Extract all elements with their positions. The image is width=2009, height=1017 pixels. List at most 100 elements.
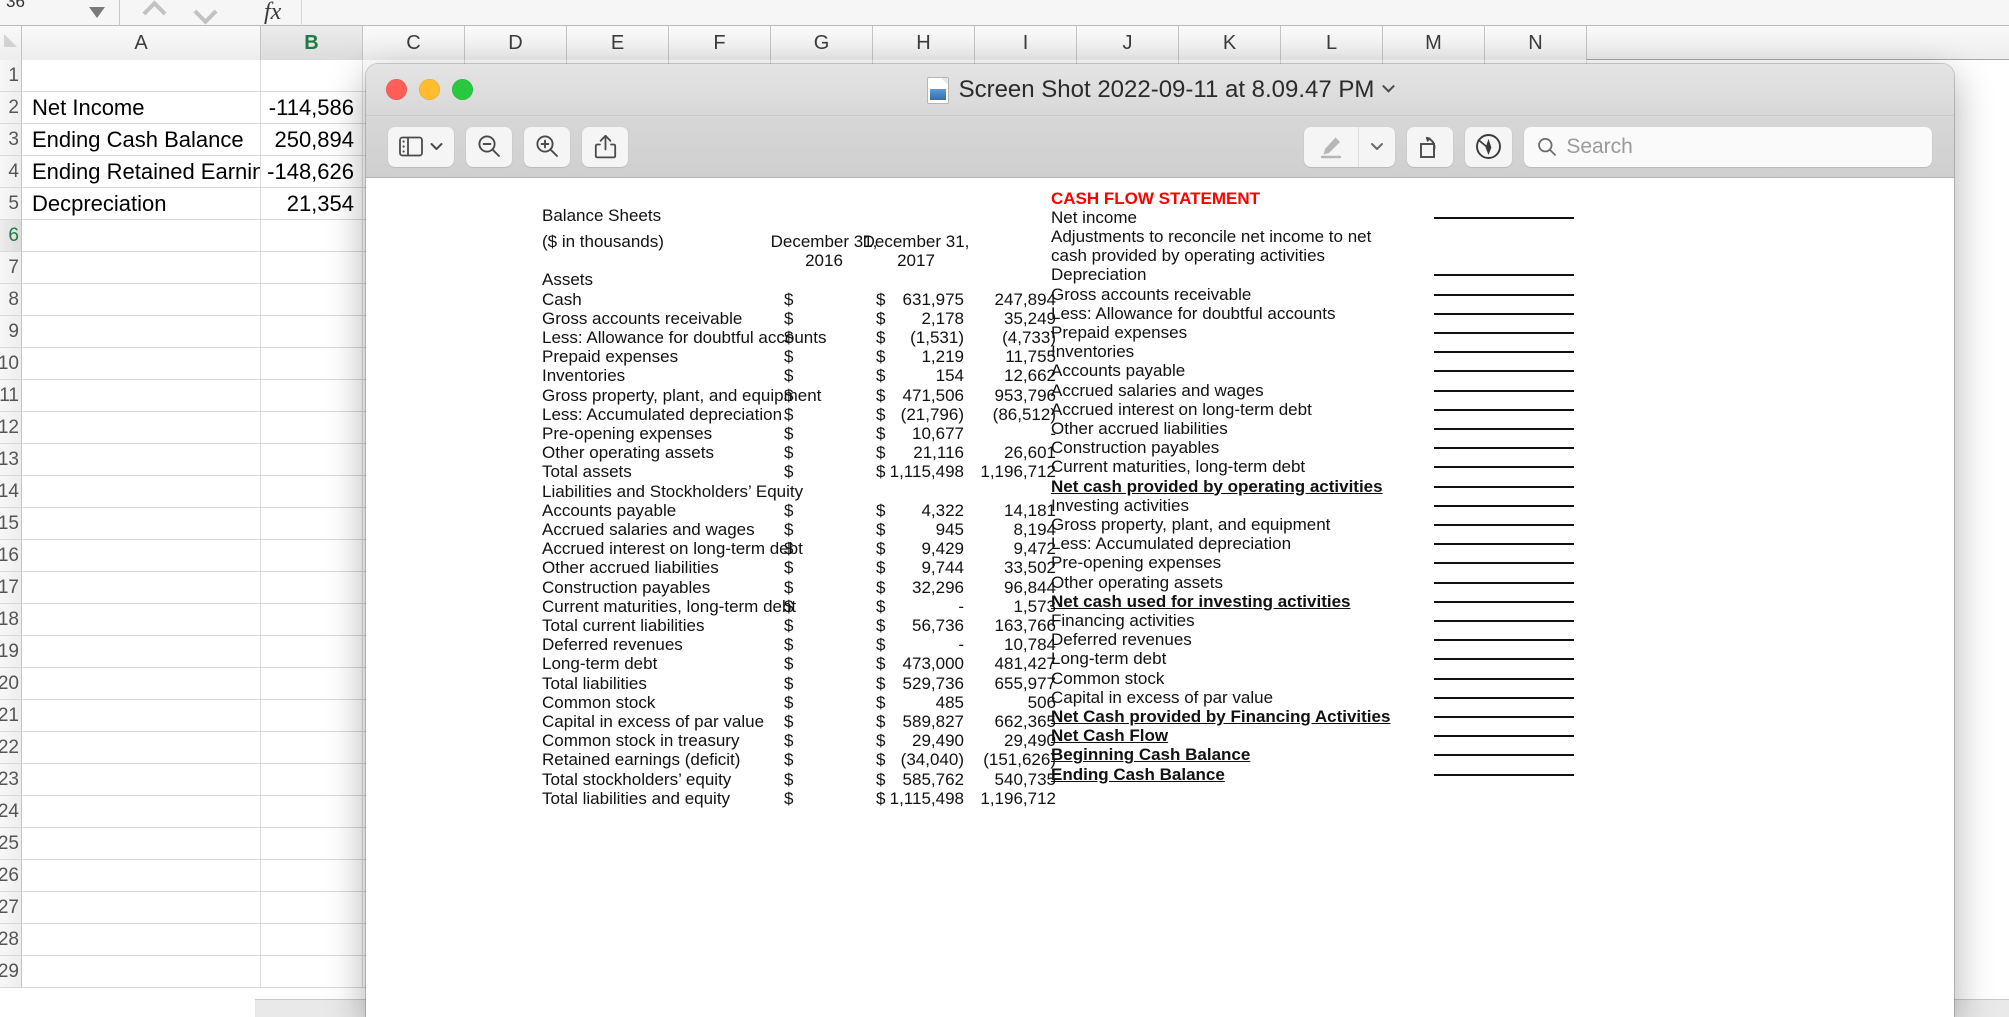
row-header-29[interactable]: 29: [0, 956, 22, 988]
window-title-bar[interactable]: Screen Shot 2022-09-11 at 8.09.47 PM: [366, 64, 1954, 116]
cell-A13[interactable]: [22, 444, 261, 476]
row-header-15[interactable]: 15: [0, 508, 22, 540]
cell-A15[interactable]: [22, 508, 261, 540]
cell-A18[interactable]: [22, 604, 261, 636]
cell-A1[interactable]: [22, 60, 261, 92]
cell-A11[interactable]: [22, 380, 261, 412]
cell-B1[interactable]: [261, 60, 363, 92]
sidebar-view-button[interactable]: [388, 126, 454, 167]
accept-chevron-down-icon[interactable]: [193, 0, 218, 25]
cell-A20[interactable]: [22, 668, 261, 700]
name-box[interactable]: 36: [0, 0, 120, 26]
column-header-f[interactable]: F: [669, 26, 771, 60]
column-header-d[interactable]: D: [465, 26, 567, 60]
row-header-20[interactable]: 20: [0, 668, 22, 700]
column-header-a[interactable]: A: [22, 26, 261, 60]
row-header-1[interactable]: 1: [0, 60, 22, 92]
row-header-5[interactable]: 5: [0, 188, 22, 220]
cell-A29[interactable]: [22, 956, 261, 988]
row-header-11[interactable]: 11: [0, 380, 22, 412]
cell-B24[interactable]: [261, 796, 363, 828]
cell-A23[interactable]: [22, 764, 261, 796]
chevron-down-icon[interactable]: [89, 7, 105, 18]
zoom-in-button[interactable]: [524, 126, 570, 167]
title-chevron-down-icon[interactable]: [1382, 79, 1396, 93]
cell-A7[interactable]: [22, 252, 261, 284]
column-header-j[interactable]: J: [1077, 26, 1179, 60]
column-header-c[interactable]: C: [363, 26, 465, 60]
cell-B20[interactable]: [261, 668, 363, 700]
cell-B18[interactable]: [261, 604, 363, 636]
cell-B29[interactable]: [261, 956, 363, 988]
cell-A2[interactable]: Net Income: [22, 92, 261, 124]
column-header-e[interactable]: E: [567, 26, 669, 60]
row-header-14[interactable]: 14: [0, 476, 22, 508]
column-header-b[interactable]: B: [261, 26, 363, 60]
cell-A12[interactable]: [22, 412, 261, 444]
maximize-button[interactable]: [452, 79, 473, 100]
column-header-g[interactable]: G: [771, 26, 873, 60]
cell-B7[interactable]: [261, 252, 363, 284]
highlight-button[interactable]: [1304, 127, 1358, 167]
fx-icon[interactable]: fx: [240, 0, 303, 26]
cell-B19[interactable]: [261, 636, 363, 668]
row-header-9[interactable]: 9: [0, 316, 22, 348]
row-header-26[interactable]: 26: [0, 860, 22, 892]
column-header-n[interactable]: N: [1485, 26, 1587, 60]
cell-B12[interactable]: [261, 412, 363, 444]
column-header-m[interactable]: M: [1383, 26, 1485, 60]
row-header-27[interactable]: 27: [0, 892, 22, 924]
column-header-h[interactable]: H: [873, 26, 975, 60]
cell-A5[interactable]: Decpreciation: [22, 188, 261, 220]
cell-B23[interactable]: [261, 764, 363, 796]
cell-B4[interactable]: -148,626: [261, 156, 363, 188]
row-header-6[interactable]: 6: [0, 220, 22, 252]
highlight-chevron-button[interactable]: [1358, 126, 1395, 167]
share-button[interactable]: [582, 126, 628, 167]
row-header-10[interactable]: 10: [0, 348, 22, 380]
row-header-16[interactable]: 16: [0, 540, 22, 572]
cell-A28[interactable]: [22, 924, 261, 956]
row-header-25[interactable]: 25: [0, 828, 22, 860]
cell-A17[interactable]: [22, 572, 261, 604]
cell-A19[interactable]: [22, 636, 261, 668]
cell-A22[interactable]: [22, 732, 261, 764]
row-header-8[interactable]: 8: [0, 284, 22, 316]
cell-A25[interactable]: [22, 828, 261, 860]
cell-B22[interactable]: [261, 732, 363, 764]
markup-button[interactable]: [1465, 126, 1512, 167]
cell-B17[interactable]: [261, 572, 363, 604]
cell-B3[interactable]: 250,894: [261, 124, 363, 156]
zoom-out-button[interactable]: [466, 126, 512, 167]
cell-B26[interactable]: [261, 860, 363, 892]
row-header-13[interactable]: 13: [0, 444, 22, 476]
cell-A26[interactable]: [22, 860, 261, 892]
cell-A21[interactable]: [22, 700, 261, 732]
cell-A10[interactable]: [22, 348, 261, 380]
row-header-3[interactable]: 3: [0, 124, 22, 156]
cell-A4[interactable]: Ending Retained Earnings: [22, 156, 261, 188]
cancel-chevron-up-icon[interactable]: [142, 0, 167, 25]
cell-A9[interactable]: [22, 316, 261, 348]
column-header-i[interactable]: I: [975, 26, 1077, 60]
cell-B11[interactable]: [261, 380, 363, 412]
cell-B16[interactable]: [261, 540, 363, 572]
cell-B13[interactable]: [261, 444, 363, 476]
highlight-split-button[interactable]: [1304, 126, 1395, 167]
cell-B10[interactable]: [261, 348, 363, 380]
cell-B21[interactable]: [261, 700, 363, 732]
cell-B28[interactable]: [261, 924, 363, 956]
search-input[interactable]: [1566, 134, 1919, 159]
cell-A24[interactable]: [22, 796, 261, 828]
column-header-l[interactable]: L: [1281, 26, 1383, 60]
rotate-button[interactable]: [1407, 126, 1453, 167]
row-header-2[interactable]: 2: [0, 92, 22, 124]
cell-B9[interactable]: [261, 316, 363, 348]
cell-B6[interactable]: [261, 220, 363, 252]
cell-B14[interactable]: [261, 476, 363, 508]
row-header-18[interactable]: 18: [0, 604, 22, 636]
row-header-22[interactable]: 22: [0, 732, 22, 764]
cell-A6[interactable]: [22, 220, 261, 252]
row-header-17[interactable]: 17: [0, 572, 22, 604]
document-canvas[interactable]: Balance Sheets December 31, 2016 December 3…: [366, 179, 1954, 1017]
